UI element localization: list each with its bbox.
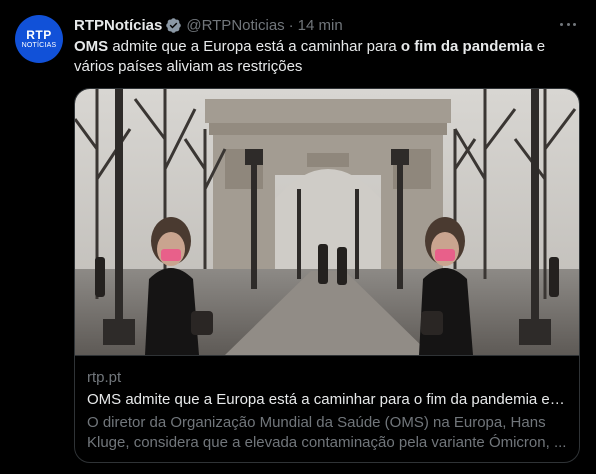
more-options-icon[interactable] <box>558 14 578 34</box>
tweet-text-part-1: admite que a Europa está a caminhar para <box>108 38 401 55</box>
handle[interactable]: @RTPNoticias <box>186 17 284 34</box>
tweet[interactable]: RTP NOTÍCIAS RTPNotícias @RTPNoticias · … <box>0 0 596 474</box>
display-name[interactable]: RTPNotícias <box>74 17 162 34</box>
link-card[interactable]: rtp.pt OMS admite que a Europa está a ca… <box>74 88 580 463</box>
timestamp[interactable]: 14 min <box>298 17 343 34</box>
card-image[interactable] <box>75 89 579 355</box>
avatar-logo-subtext: NOTÍCIAS <box>21 41 57 49</box>
card-body[interactable]: rtp.pt OMS admite que a Europa está a ca… <box>75 355 579 462</box>
separator-dot: · <box>288 16 294 34</box>
tweet-header: RTPNotícias @RTPNoticias · 14 min <box>74 15 343 35</box>
card-title: OMS admite que a Europa está a caminhar … <box>87 391 567 408</box>
avatar[interactable]: RTP NOTÍCIAS <box>15 15 63 63</box>
tweet-text-bold-oms: OMS <box>74 38 109 55</box>
avatar-logo-text: RTP <box>26 27 52 42</box>
card-domain: rtp.pt <box>87 369 122 386</box>
card-description: O diretor da Organização Mundial da Saúd… <box>87 414 567 451</box>
tweet-text-bold-fim-pandemia: o fim da pandemia <box>400 38 533 55</box>
tweet-text: OMS admite que a Europa está a caminhar … <box>74 37 574 77</box>
verified-badge-icon <box>166 17 182 33</box>
